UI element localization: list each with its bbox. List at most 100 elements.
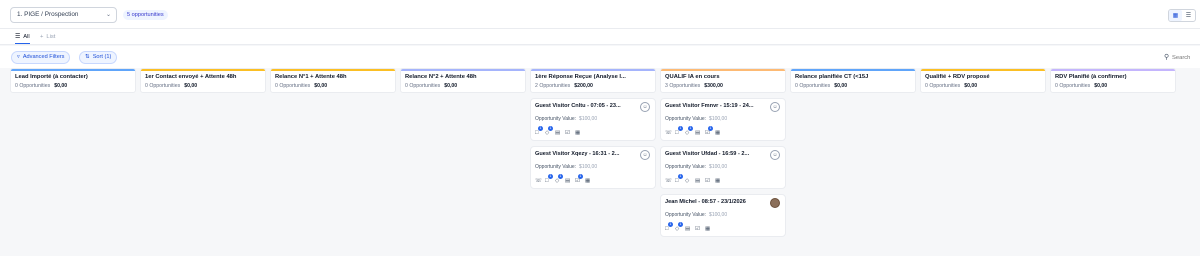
column-header[interactable]: Qualifié + RDV proposé 0 Opportunities $0,… [920,68,1046,93]
opportunity-card[interactable]: Guest Visitor Ufdad - 16:59 - 2... ☺ Oppor… [660,146,786,189]
document-icon[interactable]: ▤ [565,178,571,184]
list-view-icon[interactable]: ☰ [1182,10,1195,21]
column-title: 1ère Réponse Reçue (Analyse I... [535,74,626,80]
calendar-icon[interactable]: ▦ [575,130,581,136]
count-badge: 1 [548,126,553,131]
column-color-bar [1051,69,1175,71]
filter-bar: ▿ Advanced Filters ⇅ Sort (1) ⚲ [0,46,1200,68]
opportunity-card[interactable]: Guest Visitor Xqezy - 16:31 - 2... ☺ Oppor… [530,146,656,189]
calendar-icon[interactable]: ▦ [585,178,591,184]
calendar-icon[interactable]: ▦ [705,226,711,232]
task-icon[interactable]: ☑ [705,178,711,184]
plus-icon: + [40,34,44,40]
pipeline-column: 1er Contact envoyé + Attente 48h 0 Opport… [140,68,266,93]
card-actions: ☏ □ 1 ◇ ▤ ☑ ▦ [665,174,721,184]
message-icon[interactable]: □ 1 [675,126,683,136]
card-actions: ☏ □ 1 ◇ 1 ▤ ☑ 1 ▦ [535,174,591,184]
column-header[interactable]: Relance N°1 + Attente 48h 0 Opportunities… [270,68,396,93]
pipeline-select-label: 1. PIGE / Prospection [17,11,79,18]
count-badge: 1 [578,174,583,179]
opportunity-card[interactable]: Guest Visitor Cnltu - 07:05 - 23... ☺ Oppo… [530,98,656,141]
card-actions: □ 1 ◇ 1 ▤ ☑ ▦ [535,126,581,136]
list-icon: ☰ [15,34,21,40]
card-value-amount: $100,00 [709,164,728,170]
phone-icon[interactable]: ☏ [535,178,542,184]
pipeline-column: 1ère Réponse Reçue (Analyse I... 2 Opport… [530,68,656,189]
card-value: Opportunity Value: $100,00 [665,116,781,122]
column-title: RDV Planifié (à confirmer) [1055,74,1127,80]
document-icon[interactable]: ▤ [695,178,701,184]
chevron-down-icon: ⌄ [105,12,111,18]
column-title: Qualifié + RDV proposé [925,74,990,80]
column-color-bar [921,69,1045,71]
opportunity-card[interactable]: Guest Visitor Fmnvr - 15:19 - 24... ☺ Oppo… [660,98,786,141]
sort-label: Sort (1) [92,54,112,60]
grid-view-icon[interactable]: ▦ [1169,10,1182,21]
column-header[interactable]: 1er Contact envoyé + Attente 48h 0 Opport… [140,68,266,93]
user-icon[interactable]: ☺ [640,150,650,160]
column-header[interactable]: Relance N°2 + Attente 48h 0 Opportunities… [400,68,526,93]
card-actions: ☏ □ 1 ◇ 1 ▤ ☑ 1 ▦ [665,126,721,136]
pipeline-column: Relance N°2 + Attente 48h 0 Opportunities… [400,68,526,93]
message-icon[interactable]: □ 1 [675,174,683,184]
search-input[interactable] [1172,52,1198,63]
tab-list[interactable]: + List [40,32,55,44]
task-icon[interactable]: ☑ 1 [705,126,713,136]
column-meta: 0 Opportunities $0,00 [795,83,911,89]
column-amount: $200,00 [574,83,593,89]
tab-all[interactable]: ☰ All [15,32,30,44]
message-icon[interactable]: □ 1 [535,126,543,136]
document-icon[interactable]: ▤ [555,130,561,136]
sort-button[interactable]: ⇅ Sort (1) [79,51,118,64]
card-value-label: Opportunity Value: [665,116,707,122]
column-title: Relance N°2 + Attente 48h [405,74,477,80]
message-icon[interactable]: □ 1 [665,222,673,232]
card-title: Jean Michel - 08:57 - 23/1/2026 [665,199,746,205]
tag-icon[interactable]: ◇ [685,178,691,184]
tag-icon[interactable]: ◇ 1 [675,222,683,232]
column-meta: 0 Opportunities $0,00 [925,83,1041,89]
column-opportunity-count: 0 Opportunities [145,83,181,89]
advanced-filters-button[interactable]: ▿ Advanced Filters [11,51,71,64]
column-header[interactable]: Lead Importé (à contacter) 0 Opportunitie… [10,68,136,93]
count-badge: 1 [548,174,553,179]
calendar-icon[interactable]: ▦ [715,178,721,184]
column-meta: 3 Opportunities $300,00 [665,83,781,89]
tag-icon[interactable]: ◇ 1 [545,126,553,136]
card-value-amount: $100,00 [709,116,728,122]
user-icon[interactable]: ☺ [640,102,650,112]
task-icon[interactable]: ☑ [695,226,701,232]
count-badge: 1 [708,126,713,131]
message-icon[interactable]: □ 1 [545,174,553,184]
card-title: Guest Visitor Xqezy - 16:31 - 2... [535,151,620,157]
count-badge: 1 [678,222,683,227]
user-icon[interactable]: ☺ [770,102,780,112]
tag-icon[interactable]: ◇ 1 [685,126,693,136]
tag-icon[interactable]: ◇ 1 [555,174,563,184]
document-icon[interactable]: ▤ [685,226,691,232]
phone-icon[interactable]: ☏ [665,178,672,184]
task-icon[interactable]: ☑ 1 [575,174,583,184]
column-header[interactable]: RDV Planifié (à confirmer) 0 Opportunitie… [1050,68,1176,93]
phone-icon[interactable]: ☏ [665,130,672,136]
filter-icon: ▿ [17,54,20,60]
column-header[interactable]: 1ère Réponse Reçue (Analyse I... 2 Opport… [530,68,656,93]
column-meta: 0 Opportunities $0,00 [15,83,131,89]
search-icon: ⚲ [1164,54,1170,61]
count-badge: 1 [558,174,563,179]
user-icon[interactable]: ☺ [770,150,780,160]
column-opportunity-count: 2 Opportunities [535,83,571,89]
opportunity-card[interactable]: Jean Michel - 08:57 - 23/1/2026 Opportuni… [660,194,786,237]
column-header[interactable]: QUALIF IA en cours 3 Opportunities $300,00 [660,68,786,93]
document-icon[interactable]: ▤ [695,130,701,136]
column-amount: $300,00 [704,83,723,89]
card-value-label: Opportunity Value: [535,116,577,122]
task-icon[interactable]: ☑ [565,130,571,136]
tab-all-label: All [23,34,30,40]
calendar-icon[interactable]: ▦ [715,130,721,136]
pipeline-select[interactable]: 1. PIGE / Prospection ⌄ [10,7,117,23]
column-header[interactable]: Relance planifiée CT (<15J 0 Opportunitie… [790,68,916,93]
column-opportunity-count: 0 Opportunities [15,83,51,89]
pipeline-column: Relance N°1 + Attente 48h 0 Opportunities… [270,68,396,93]
avatar[interactable] [770,198,780,208]
